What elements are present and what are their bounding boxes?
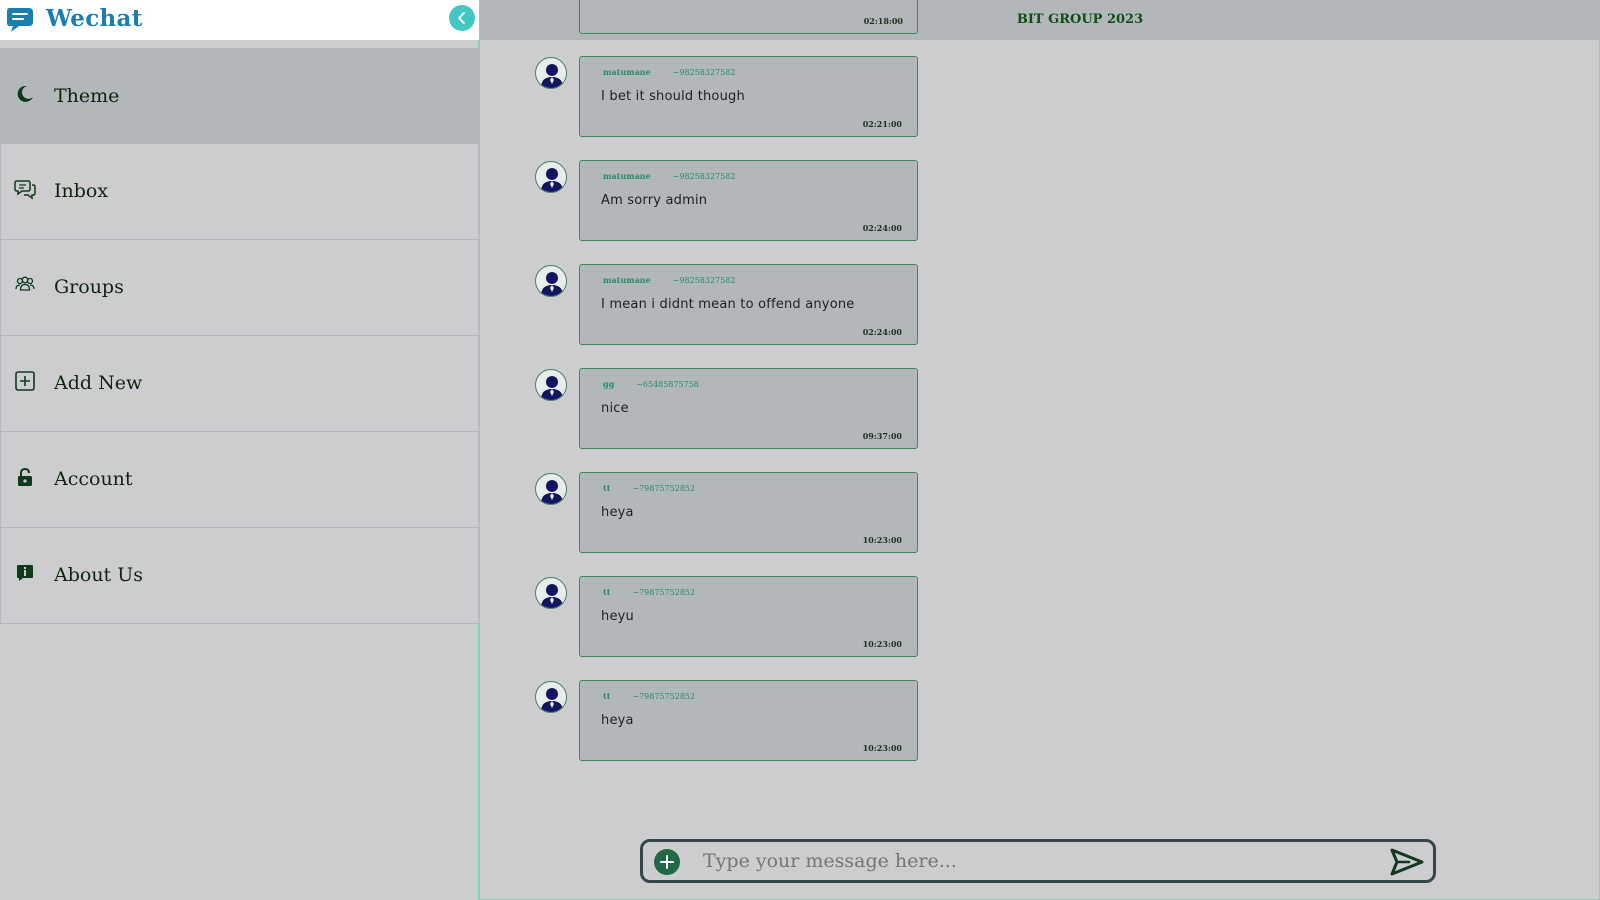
message-time: 02:18:00 (863, 16, 903, 26)
message-row: tt ~79875752852 heyu 10:23:00 (480, 576, 1599, 680)
message-bubble: tt ~79875752852 heya 10:23:00 (579, 680, 918, 761)
message-row: gg ~65485875758 nice 09:37:00 (480, 368, 1599, 472)
message-row: matumane ~98258327582 I mean i didnt mean… (480, 264, 1599, 368)
message-row: matumane ~98258327582 I bet it should tho… (480, 56, 1599, 160)
message-sender: tt ~79875752852 (603, 691, 695, 701)
message-bubble: gg ~65485875758 nice 09:37:00 (579, 368, 918, 449)
user-avatar-icon[interactable] (535, 369, 567, 401)
message-bubble: matumane ~98258327582 Am sorry admin 02:2… (579, 160, 918, 241)
app-title: Wechat (46, 5, 143, 32)
chat-area: BIT GROUP 2023 02:18:00 matumane ~9825832… (479, 0, 1600, 900)
chat-bubbles-icon (14, 178, 36, 200)
message-bubble: tt ~79875752852 heyu 10:23:00 (579, 576, 918, 657)
send-button[interactable] (1387, 846, 1427, 878)
sidebar-item-label: About Us (54, 564, 143, 586)
moon-icon (14, 83, 36, 105)
user-avatar-icon[interactable] (535, 681, 567, 713)
collapse-sidebar-button[interactable] (449, 5, 475, 31)
sidebar-item-theme[interactable]: Theme (0, 48, 479, 144)
user-avatar-icon[interactable] (535, 57, 567, 89)
message-bubble: matumane ~98258327582 I bet it should tho… (579, 56, 918, 137)
message-text: Am sorry admin (601, 193, 708, 208)
sender-name: tt (603, 483, 611, 493)
message-sender: tt ~79875752852 (603, 587, 695, 597)
sender-phone: ~98258327582 (672, 276, 736, 285)
message-time: 10:23:00 (862, 743, 902, 753)
sidebar-item-label: Add New (54, 372, 143, 394)
sidebar-item-inbox[interactable]: Inbox (0, 144, 479, 240)
plus-icon (660, 855, 674, 869)
message-time: 10:23:00 (862, 639, 902, 649)
message-time: 02:24:00 (862, 223, 902, 233)
unlock-icon (14, 466, 36, 488)
sidebar-item-account[interactable]: Account (0, 432, 479, 528)
send-icon (1390, 848, 1424, 876)
sender-name: matumane (603, 171, 651, 181)
message-input[interactable] (703, 847, 1363, 875)
user-avatar-icon[interactable] (535, 577, 567, 609)
brand-bar: Wechat (0, 0, 479, 40)
add-attachment-button[interactable] (654, 849, 680, 875)
plus-square-icon (14, 370, 36, 392)
sidebar: Wechat Theme Inbox Groups Add New Accoun… (0, 0, 479, 900)
message-text: I bet it should though (601, 89, 745, 104)
chat-logo-icon (7, 8, 33, 32)
message-bubble: matumane ~98258327582 I mean i didnt mean… (579, 264, 918, 345)
message-text: heya (601, 713, 634, 728)
message-row: matumane ~98258327582 Am sorry admin 02:2… (480, 160, 1599, 264)
sidebar-item-groups[interactable]: Groups (0, 240, 479, 336)
message-text: heyu (601, 609, 634, 624)
sender-name: matumane (603, 275, 651, 285)
message-time: 02:24:00 (862, 327, 902, 337)
message-bubble: 02:18:00 (579, 0, 918, 34)
message-text: heya (601, 505, 634, 520)
sidebar-item-about-us[interactable]: About Us (0, 528, 479, 624)
user-avatar-icon[interactable] (535, 473, 567, 505)
sender-phone: ~79875752852 (632, 484, 696, 493)
message-row: tt ~79875752852 heya 10:23:00 (480, 680, 1599, 784)
sender-name: gg (603, 379, 615, 389)
sidebar-menu: Theme Inbox Groups Add New Account About… (0, 48, 479, 624)
sidebar-item-label: Theme (54, 85, 120, 107)
sender-phone: ~79875752852 (632, 692, 696, 701)
message-composer (640, 839, 1436, 883)
message-sender: tt ~79875752852 (603, 483, 695, 493)
sender-name: matumane (603, 67, 651, 77)
message-bubble: tt ~79875752852 heya 10:23:00 (579, 472, 918, 553)
message-text: nice (601, 401, 629, 416)
sender-phone: ~98258327582 (672, 172, 736, 181)
message-sender: gg ~65485875758 (603, 379, 699, 389)
info-icon (14, 562, 36, 584)
sender-phone: ~65485875758 (636, 380, 699, 389)
sender-name: tt (603, 587, 611, 597)
people-group-icon (14, 274, 36, 296)
message-time: 10:23:00 (862, 535, 902, 545)
message-time: 09:37:00 (862, 431, 902, 441)
sender-phone: ~98258327582 (672, 68, 736, 77)
message-sender: matumane ~98258327582 (603, 275, 735, 285)
message-time: 02:21:00 (862, 119, 902, 129)
user-avatar-icon[interactable] (535, 161, 567, 193)
sidebar-item-label: Groups (54, 276, 124, 298)
user-avatar-icon[interactable] (535, 265, 567, 297)
sidebar-item-label: Account (54, 468, 133, 490)
message-sender: matumane ~98258327582 (603, 67, 735, 77)
sidebar-item-add-new[interactable]: Add New (0, 336, 479, 432)
message-list: matumane ~98258327582 I bet it should tho… (480, 56, 1599, 784)
message-row: tt ~79875752852 heya 10:23:00 (480, 472, 1599, 576)
sender-name: tt (603, 691, 611, 701)
sender-phone: ~79875752852 (632, 588, 696, 597)
message-text: I mean i didnt mean to offend anyone (601, 297, 855, 312)
chevron-left-icon (458, 12, 465, 24)
message-sender: matumane ~98258327582 (603, 171, 735, 181)
sidebar-item-label: Inbox (54, 180, 109, 202)
